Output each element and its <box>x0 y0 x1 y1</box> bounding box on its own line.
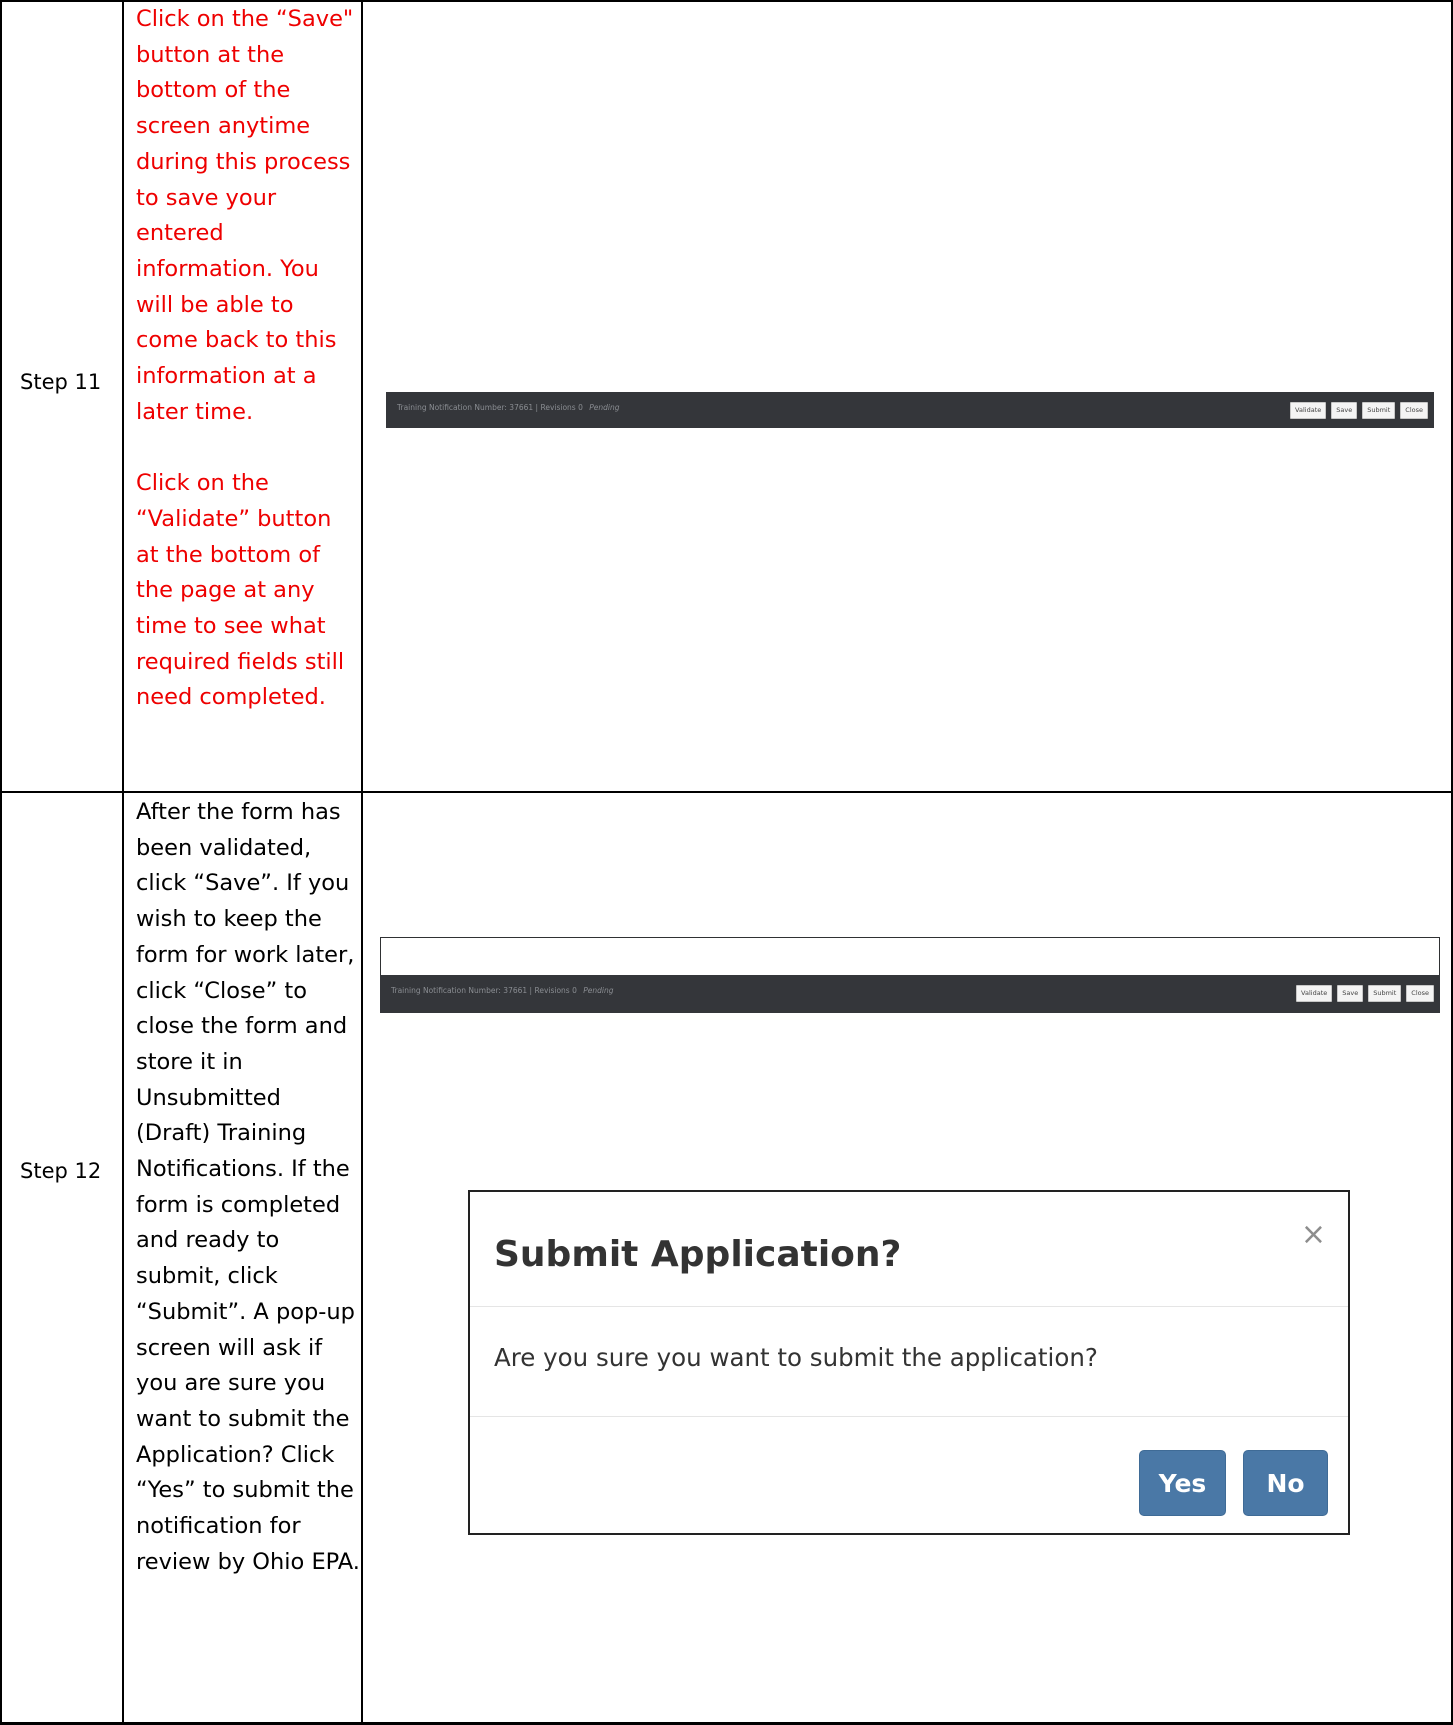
step-label: Step 11 <box>20 370 102 394</box>
table-divider-col2 <box>361 0 363 1725</box>
modal-divider <box>470 1416 1348 1417</box>
submit-button[interactable]: Submit <box>1362 402 1396 419</box>
submit-button[interactable]: Submit <box>1368 985 1402 1002</box>
close-button[interactable]: Close <box>1406 985 1434 1002</box>
instruction-paragraph: After the form has been validated, click… <box>136 799 360 1575</box>
table-border-left <box>0 0 2 1725</box>
step-11-instructions: Click on the “Save" button at the bottom… <box>136 2 361 716</box>
step-12-instructions: After the form has been validated, click… <box>136 795 361 1580</box>
table-divider-col1 <box>122 0 124 1725</box>
instruction-spacer <box>136 430 361 466</box>
form-footer-bar-screenshot: Training Notification Number: 37661 | Re… <box>380 975 1440 1013</box>
close-icon[interactable]: × <box>1301 1220 1326 1250</box>
status-text: Pending <box>589 403 620 412</box>
instruction-paragraph: Click on the “Validate” button at the bo… <box>136 470 345 711</box>
form-screenshot-top <box>380 937 1440 976</box>
form-footer-bar-screenshot: Training Notification Number: 37661 | Re… <box>386 392 1434 428</box>
footer-buttons: Validate Save Submit Close <box>1290 402 1428 419</box>
submit-application-modal: Submit Application? × Are you sure you w… <box>468 1190 1350 1535</box>
validate-button[interactable]: Validate <box>1290 402 1327 419</box>
status-text: Pending <box>583 986 614 995</box>
modal-divider <box>470 1306 1348 1307</box>
save-button[interactable]: Save <box>1331 402 1358 419</box>
training-notification-info: Training Notification Number: 37661 | Re… <box>391 986 577 995</box>
validate-button[interactable]: Validate <box>1296 985 1333 1002</box>
footer-info: Training Notification Number: 37661 | Re… <box>391 986 614 995</box>
step-label: Step 12 <box>20 1159 102 1183</box>
yes-button[interactable]: Yes <box>1139 1450 1226 1516</box>
footer-buttons: Validate Save Submit Close <box>1296 985 1434 1002</box>
instruction-paragraph: Click on the “Save" button at the bottom… <box>136 6 354 425</box>
modal-message: Are you sure you want to submit the appl… <box>494 1343 1098 1372</box>
modal-title: Submit Application? <box>494 1234 902 1275</box>
training-notification-info: Training Notification Number: 37661 | Re… <box>397 403 583 412</box>
table-divider-row <box>0 791 1453 793</box>
save-button[interactable]: Save <box>1337 985 1364 1002</box>
footer-info: Training Notification Number: 37661 | Re… <box>397 403 620 412</box>
close-button[interactable]: Close <box>1400 402 1428 419</box>
no-button[interactable]: No <box>1243 1450 1328 1516</box>
